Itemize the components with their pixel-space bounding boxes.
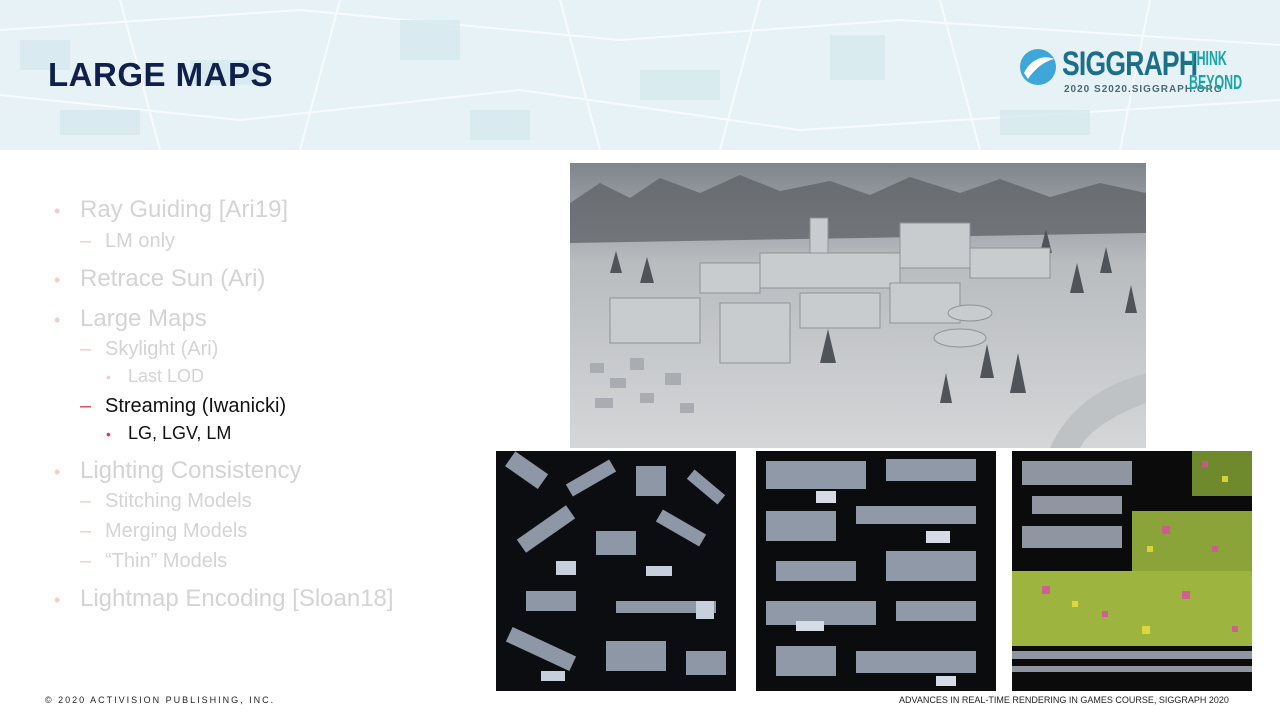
logo-tagline-beyond: BEYOND [1189, 72, 1243, 94]
bullet-lg-lgv-lm: • LG, LGV, LM [106, 423, 232, 443]
lightmap-atlas-thumbnail-1 [496, 451, 736, 691]
bullet-lighting-consistency: • Lighting Consistency [54, 457, 302, 484]
bullet-ray-guiding: • Ray Guiding [Ari19] [54, 196, 289, 223]
bullet-streaming: – Streaming (Iwanicki) [80, 395, 287, 417]
bullet-retrace-sun: • Retrace Sun (Ari) [54, 265, 266, 292]
siggraph-logo: SIGGRAPH 2020 S2020.SIGGRAPH.ORG THINK B… [1018, 45, 1242, 105]
logo-wordmark: SIGGRAPH [1062, 45, 1198, 83]
slide-title: LARGE MAPS [48, 56, 274, 93]
snowy-map-render [570, 163, 1146, 448]
footer-copyright: © 2020 ACTIVISION PUBLISHING, INC. [45, 695, 276, 705]
logo-tagline: THINK BEYOND [1189, 47, 1242, 95]
bullet-last-lod: • Last LOD [106, 366, 205, 386]
header-band: LARGE MAPS SIGGRAPH 2020 S2020.SIGGRAPH.… [0, 0, 1280, 150]
bullet-lightmap-encoding: • Lightmap Encoding [Sloan18] [54, 585, 394, 612]
lightmap-atlas-thumbnail-3 [1012, 451, 1252, 691]
bullet-thin-models: – “Thin” Models [80, 550, 228, 572]
bullet-lm-only: – LM only [80, 230, 176, 252]
bullet-skylight: – Skylight (Ari) [80, 338, 219, 360]
footer-course: ADVANCES IN REAL-TIME RENDERING IN GAMES… [899, 695, 1229, 705]
logo-tagline-think: THINK [1189, 48, 1227, 70]
bullet-large-maps: • Large Maps [54, 305, 207, 332]
bullet-merging-models: – Merging Models [80, 520, 248, 542]
siggraph-swirl-icon [1020, 49, 1056, 85]
lightmap-atlas-thumbnail-2 [756, 451, 996, 691]
bullet-stitching-models: – Stitching Models [80, 490, 252, 512]
